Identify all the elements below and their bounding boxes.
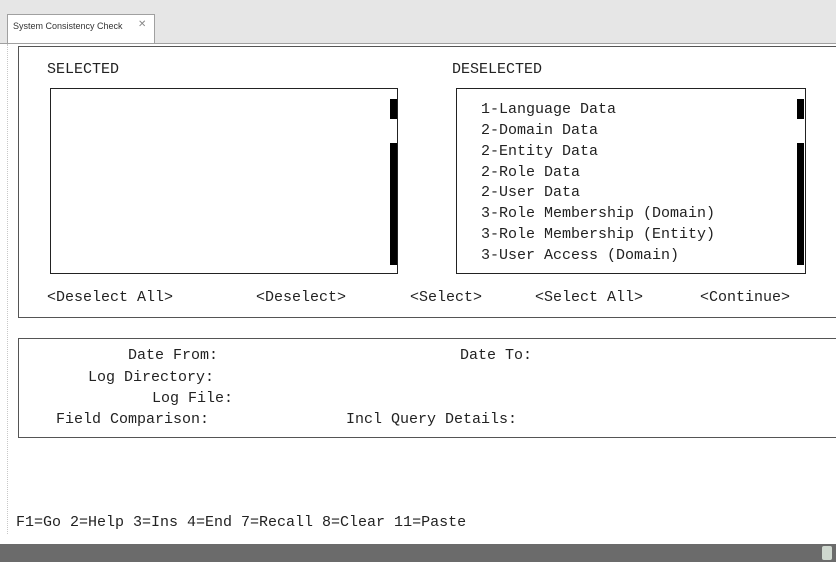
- list-item[interactable]: 2-Role Data: [481, 163, 580, 183]
- list-item[interactable]: 2-Entity Data: [481, 142, 598, 162]
- list-item[interactable]: 2-User Data: [481, 183, 580, 203]
- list-item[interactable]: 2-Domain Data: [481, 121, 598, 141]
- tab-close-icon[interactable]: ✕: [138, 19, 146, 30]
- tab-divider: [0, 43, 836, 44]
- log-directory-label: Log Directory:: [88, 369, 215, 386]
- deselected-header: DESELECTED: [452, 61, 543, 78]
- tab-label: System Consistency Check: [13, 21, 123, 31]
- log-file-label: Log File:: [152, 390, 234, 407]
- date-to-label: Date To:: [460, 347, 533, 364]
- select-all-button[interactable]: <Select All>: [535, 289, 643, 306]
- selected-listbox[interactable]: [50, 88, 398, 274]
- selected-scrollbar-thumb[interactable]: [390, 143, 397, 265]
- deselected-scrollbar-up[interactable]: [797, 99, 804, 119]
- status-bar: [0, 544, 836, 562]
- selected-scrollbar-up[interactable]: [390, 99, 397, 119]
- date-from-label: Date From:: [128, 347, 219, 364]
- select-button[interactable]: <Select>: [410, 289, 482, 306]
- list-item[interactable]: 3-Role Membership (Entity): [481, 225, 715, 245]
- left-edge-divider: [7, 44, 8, 534]
- deselect-all-button[interactable]: <Deselect All>: [47, 289, 173, 306]
- list-item[interactable]: 1-Language Data: [481, 100, 616, 120]
- continue-button[interactable]: <Continue>: [700, 289, 790, 306]
- list-item[interactable]: 3-User Access (Domain): [481, 246, 679, 266]
- tab-system-consistency-check[interactable]: System Consistency Check ✕: [7, 14, 155, 44]
- deselected-scrollbar-thumb[interactable]: [797, 143, 804, 265]
- resize-grip-icon[interactable]: [822, 546, 832, 560]
- deselect-button[interactable]: <Deselect>: [256, 289, 346, 306]
- list-item[interactable]: 3-Role Membership (Domain): [481, 204, 715, 224]
- field-comparison-label: Field Comparison:: [56, 411, 210, 428]
- function-key-bar: F1=Go 2=Help 3=Ins 4=End 7=Recall 8=Clea…: [16, 514, 467, 531]
- selected-header: SELECTED: [47, 61, 120, 78]
- incl-query-details-label: Incl Query Details:: [346, 411, 518, 428]
